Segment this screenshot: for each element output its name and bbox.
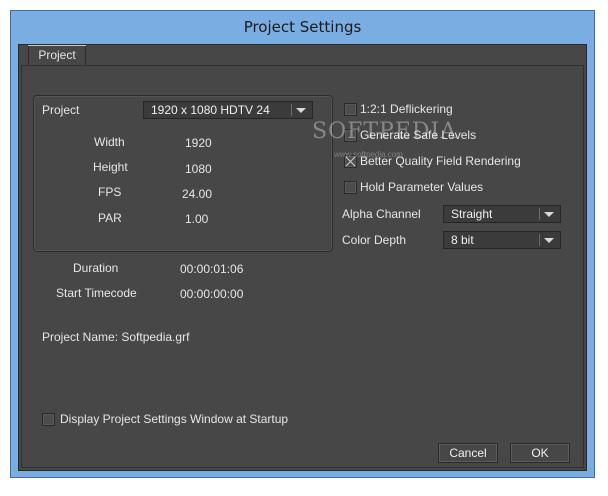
project-preset-label: Project [42, 103, 80, 117]
window-title: Project Settings [243, 18, 362, 36]
width-value: 1920 [185, 136, 212, 150]
watermark-logo: SOFTPEDIA [312, 119, 458, 144]
alpha-channel-dropdown[interactable]: Straight [443, 205, 561, 223]
deflickering-checkbox[interactable] [344, 103, 357, 116]
startup-checkbox[interactable] [42, 413, 55, 426]
tab-panel-project: Project 1920 x 1080 HDTV 24 Width 1920 H… [21, 65, 584, 468]
deflickering-label: 1:2:1 Deflickering [360, 102, 453, 116]
cancel-button[interactable]: Cancel [438, 443, 498, 463]
color-depth-dropdown[interactable]: 8 bit [443, 231, 561, 249]
start-timecode-value: 00:00:00:00 [180, 287, 244, 301]
watermark-url: www.softpedia.com [334, 150, 403, 159]
par-label: PAR [98, 211, 122, 225]
alpha-channel-value: Straight [451, 207, 493, 221]
project-preset-dropdown[interactable]: 1920 x 1080 HDTV 24 [143, 101, 313, 119]
hold-parameters-label: Hold Parameter Values [360, 180, 484, 194]
fps-label: FPS [98, 185, 122, 199]
color-depth-value: 8 bit [451, 233, 474, 247]
project-preset-value: 1920 x 1080 HDTV 24 [151, 103, 270, 117]
chevron-down-icon [544, 212, 554, 217]
fps-value: 24.00 [182, 187, 213, 201]
hold-parameters-checkbox[interactable] [344, 181, 357, 194]
dialog-client-area: Project 1920 x 1080 HDTV 24 Width 1920 H… [18, 44, 587, 471]
chevron-down-icon [544, 238, 554, 243]
height-label: Height [93, 160, 128, 174]
duration-label: Duration [73, 261, 119, 275]
project-name-text: Project Name: Softpedia.grf [42, 330, 190, 344]
start-timecode-label: Start Timecode [56, 286, 137, 300]
ok-button[interactable]: OK [510, 443, 570, 463]
color-depth-label: Color Depth [342, 233, 407, 247]
width-label: Width [94, 135, 125, 149]
dropdown-separator [539, 234, 540, 246]
tab-project[interactable]: Project [28, 45, 86, 65]
startup-label: Display Project Settings Window at Start… [60, 412, 289, 426]
dialog-window: Project Settings Project 1920 x 1080 HDT… [10, 10, 595, 478]
alpha-channel-label: Alpha Channel [342, 207, 421, 221]
duration-value: 00:00:01:06 [180, 262, 244, 276]
chevron-down-icon [296, 108, 306, 113]
height-value: 1080 [185, 162, 212, 176]
par-value: 1.00 [185, 212, 209, 226]
dropdown-separator [291, 104, 292, 116]
dropdown-separator [539, 208, 540, 220]
